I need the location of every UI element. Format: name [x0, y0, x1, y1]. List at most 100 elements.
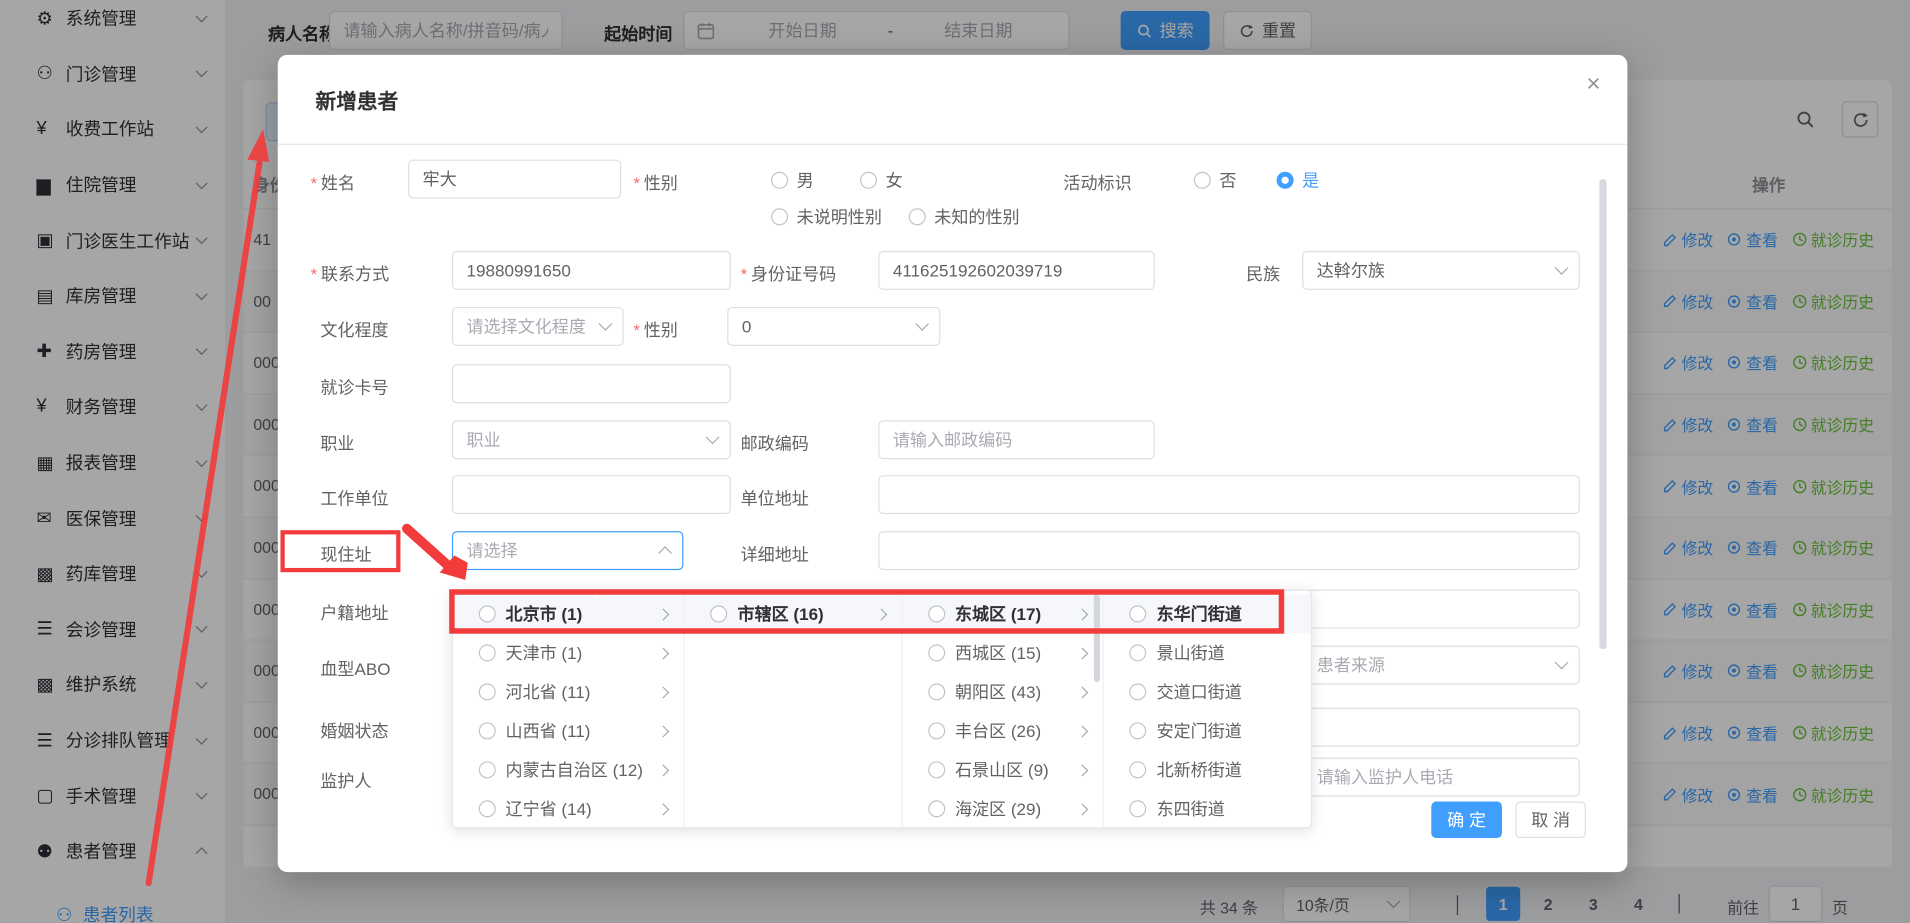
chevron-right-icon: [658, 686, 670, 698]
cascader-option[interactable]: 内蒙古自治区 (12): [453, 750, 684, 789]
radio-icon: [1130, 722, 1147, 739]
chevron-right-icon: [1077, 803, 1089, 815]
cascader-option[interactable]: 东华门街道: [1104, 594, 1310, 633]
active-flag-label: 活动标识: [1063, 171, 1131, 195]
contact-label: 联系方式: [311, 262, 390, 286]
cascader-option[interactable]: 石景山区 (9): [903, 750, 1103, 789]
gender-radio-unknown[interactable]: 未知的性别: [909, 205, 1020, 229]
cascader-option-label: 交道口街道: [1157, 680, 1277, 704]
cascader-option-label: 北新桥街道: [1157, 758, 1277, 782]
employer-label: 工作单位: [320, 486, 388, 510]
modal-scrollbar[interactable]: [1599, 179, 1606, 649]
postcode-label: 邮政编码: [741, 431, 809, 455]
cascader-option[interactable]: 东城区 (17): [903, 594, 1103, 633]
cancel-button[interactable]: 取 消: [1515, 802, 1586, 839]
gender-code-select[interactable]: 0: [727, 307, 940, 346]
radio-icon: [928, 761, 945, 778]
chevron-down-icon: [706, 430, 720, 444]
cascader-option[interactable]: 交道口街道: [1104, 672, 1310, 711]
cascader-option-label: 朝阳区 (43): [955, 680, 1069, 704]
chevron-right-icon: [658, 764, 670, 776]
employer-input[interactable]: [452, 475, 731, 514]
cascader-option-label: 北京市 (1): [506, 602, 650, 626]
radio-icon: [771, 172, 788, 189]
radio-icon: [479, 722, 496, 739]
radio-icon: [928, 722, 945, 739]
cascader-option[interactable]: 朝阳区 (43): [903, 672, 1103, 711]
gender-radio-unstated[interactable]: 未说明性别: [771, 205, 882, 229]
cascader-option[interactable]: 海淀区 (29): [903, 789, 1103, 828]
employer-address-input[interactable]: [878, 475, 1580, 514]
gender-radio-female[interactable]: 女: [860, 168, 903, 192]
radio-icon: [928, 683, 945, 700]
radio-icon: [928, 605, 945, 622]
id-number-label: 身份证号码: [741, 262, 837, 286]
chevron-right-icon: [1077, 764, 1089, 776]
chevron-right-icon: [1077, 686, 1089, 698]
cascader-option-label: 东四街道: [1157, 797, 1277, 821]
cascader-option[interactable]: 安定门街道: [1104, 711, 1310, 750]
active-flag-radio-no[interactable]: 否: [1194, 168, 1237, 192]
radio-icon: [479, 761, 496, 778]
detail-address-label: 详细地址: [741, 542, 809, 566]
id-number-input[interactable]: [878, 251, 1155, 290]
name-input[interactable]: [408, 160, 621, 199]
cascader-option-label: 内蒙古自治区 (12): [506, 758, 650, 782]
cascader-option-label: 石景山区 (9): [955, 758, 1069, 782]
cascader-option[interactable]: 辽宁省 (14): [453, 789, 684, 828]
chevron-right-icon: [1077, 725, 1089, 737]
radio-icon: [479, 800, 496, 817]
cascader-option-label: 景山街道: [1157, 641, 1277, 665]
visit-card-input[interactable]: [452, 364, 731, 403]
cascader-scrollbar[interactable]: [1094, 594, 1100, 682]
cascader-option[interactable]: 景山街道: [1104, 633, 1310, 672]
patient-source-select[interactable]: 患者来源: [1302, 646, 1580, 685]
blood-type-label: 血型ABO: [320, 657, 390, 681]
radio-icon: [1130, 761, 1147, 778]
confirm-button[interactable]: 确 定: [1431, 802, 1502, 839]
current-address-cascader-select[interactable]: 请选择: [452, 531, 683, 570]
radio-checked-icon: [1277, 172, 1294, 189]
cascader-option[interactable]: 北新桥街道: [1104, 750, 1310, 789]
cascader-option[interactable]: 市辖区 (16): [685, 594, 901, 633]
cascader-option-label: 东城区 (17): [955, 602, 1069, 626]
radio-icon: [479, 644, 496, 661]
cascader-option-label: 海淀区 (29): [955, 797, 1069, 821]
chevron-down-icon: [599, 317, 613, 331]
detail-address-input[interactable]: [878, 531, 1580, 570]
active-flag-radio-yes[interactable]: 是: [1277, 168, 1320, 192]
gender-radio-male[interactable]: 男: [771, 168, 814, 192]
cascader-option[interactable]: 西城区 (15): [903, 633, 1103, 672]
education-select[interactable]: 请选择文化程度: [452, 307, 624, 346]
chevron-right-icon: [658, 725, 670, 737]
cascader-option[interactable]: 山西省 (11): [453, 711, 684, 750]
close-icon[interactable]: ×: [1586, 72, 1600, 96]
cascader-option[interactable]: 丰台区 (26): [903, 711, 1103, 750]
occupation-label: 职业: [320, 431, 354, 455]
cascader-option[interactable]: 天津市 (1): [453, 633, 684, 672]
radio-icon: [771, 208, 788, 225]
cascader-option-label: 丰台区 (26): [955, 719, 1069, 743]
cascader-option[interactable]: 东四街道: [1104, 789, 1310, 828]
cascader-option-label: 市辖区 (16): [738, 602, 868, 626]
chevron-down-icon: [915, 317, 929, 331]
employer-address-label: 单位地址: [741, 486, 809, 510]
cascader-option[interactable]: 北京市 (1): [453, 594, 684, 633]
cascader-option-label: 东华门街道: [1157, 602, 1277, 626]
occupation-select[interactable]: 职业: [452, 420, 731, 459]
radio-icon: [1130, 644, 1147, 661]
cascader-option-label: 安定门街道: [1157, 719, 1277, 743]
cascader-option-label: 河北省 (11): [506, 680, 650, 704]
chevron-right-icon: [875, 608, 887, 620]
chevron-right-icon: [658, 608, 670, 620]
ethnicity-select[interactable]: 达斡尔族: [1302, 251, 1580, 290]
postcode-input[interactable]: [878, 420, 1155, 459]
guardian-phone-input[interactable]: [1302, 758, 1580, 797]
cascader-column-province: 北京市 (1) 天津市 (1) 河北省 (11) 山西省: [453, 591, 685, 827]
contact-input[interactable]: [452, 251, 731, 290]
guardian-label: 监护人: [320, 769, 371, 793]
cascader-option[interactable]: 河北省 (11): [453, 672, 684, 711]
radio-icon: [711, 605, 728, 622]
marital-status-label: 婚姻状态: [320, 719, 388, 743]
marital-status-input[interactable]: [1302, 708, 1580, 747]
